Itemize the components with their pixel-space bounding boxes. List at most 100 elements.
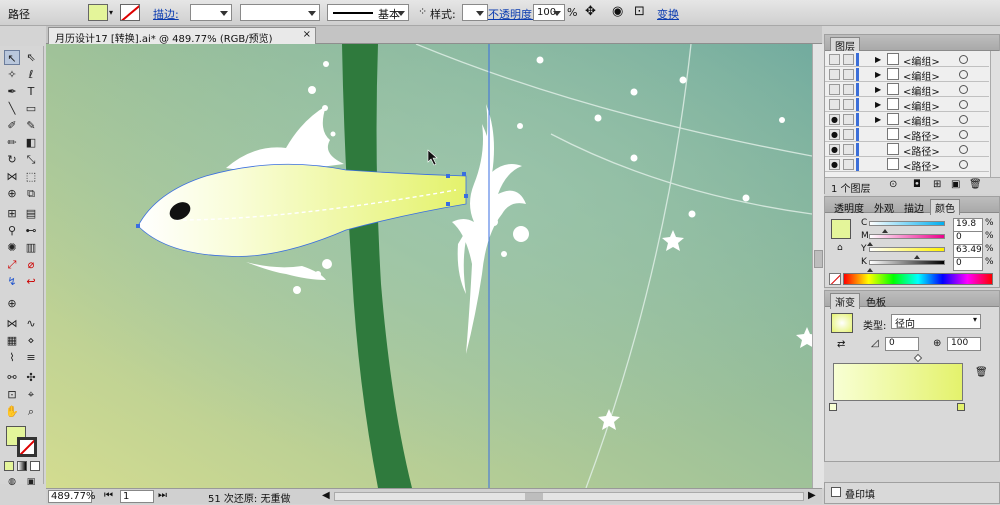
- delete-stop-icon[interactable]: 🗑: [975, 367, 988, 378]
- warp-tool-icon[interactable]: ⋈: [4, 316, 20, 331]
- draw-normal-icon[interactable]: ◍: [4, 475, 20, 490]
- magic-wand-tool-icon[interactable]: ✧: [4, 67, 20, 82]
- make-clip-mask-icon[interactable]: ◘: [913, 179, 921, 190]
- selection-tool-icon[interactable]: ↖: [4, 50, 20, 65]
- column-graph-tool-icon[interactable]: ▥: [23, 240, 39, 255]
- scrollbar-thumb[interactable]: [814, 250, 823, 268]
- shape-builder-tool-icon[interactable]: ⊕: [4, 186, 20, 201]
- target-circle-icon[interactable]: [959, 130, 968, 139]
- style-swatch-dropdown[interactable]: [462, 4, 488, 21]
- hscroll-thumb[interactable]: [525, 493, 543, 500]
- locate-object-icon[interactable]: ⊙: [889, 179, 897, 190]
- expand-triangle-icon[interactable]: ▶: [875, 115, 881, 124]
- live-paint-select-tool-icon[interactable]: ↩: [23, 274, 39, 289]
- live-paint-tool-icon[interactable]: ↯: [4, 274, 20, 289]
- align-objects-icon[interactable]: ⊡: [634, 4, 645, 19]
- channel-value[interactable]: 0: [953, 257, 983, 271]
- lock-toggle[interactable]: [843, 144, 854, 155]
- screen-mode-icon[interactable]: ▣: [23, 475, 39, 490]
- visibility-toggle[interactable]: [829, 84, 840, 95]
- visibility-toggle[interactable]: ●: [829, 129, 840, 140]
- target-circle-icon[interactable]: [959, 145, 968, 154]
- layers-scrollbar[interactable]: [990, 51, 1000, 177]
- opacity-input[interactable]: 100: [533, 4, 565, 21]
- vertical-scrollbar[interactable]: [812, 44, 824, 488]
- channel-slider[interactable]: [869, 221, 945, 233]
- fill-dropdown[interactable]: ▾: [109, 4, 117, 21]
- channel-slider[interactable]: [867, 234, 945, 246]
- visibility-toggle[interactable]: ●: [829, 159, 840, 170]
- scale-tool-icon[interactable]: ⤡: [23, 152, 39, 167]
- layer-row[interactable]: ● <路径>: [825, 142, 989, 158]
- type-tool-icon[interactable]: T: [23, 84, 39, 99]
- wrinkle-tool-icon[interactable]: ≡: [23, 350, 39, 365]
- globe-icon[interactable]: ◉: [612, 4, 623, 19]
- expand-triangle-icon[interactable]: ▶: [875, 100, 881, 109]
- appearance-tab[interactable]: 外观: [870, 200, 898, 215]
- stroke-link[interactable]: 描边:: [153, 6, 179, 22]
- brush-dropdown[interactable]: 基本: [327, 4, 409, 21]
- layer-row[interactable]: ● <路径>: [825, 157, 989, 173]
- stroke-none-swatch[interactable]: [120, 4, 140, 21]
- lock-toggle[interactable]: [843, 114, 854, 125]
- paintbrush-tool-icon[interactable]: ✐: [4, 118, 20, 133]
- pencil-tool-icon[interactable]: ✎: [23, 118, 39, 133]
- gradient-tool-icon[interactable]: ▤: [23, 206, 39, 221]
- channel-slider-handle[interactable]: [881, 226, 888, 233]
- opacity-link[interactable]: 不透明度:: [488, 6, 536, 22]
- target-circle-icon[interactable]: [959, 85, 968, 94]
- visibility-toggle[interactable]: [829, 69, 840, 80]
- layer-row[interactable]: ● ▶ <编组>: [825, 112, 989, 128]
- layer-row[interactable]: ● <路径>: [825, 127, 989, 143]
- channel-slider-handle[interactable]: [867, 239, 873, 246]
- variable-width-dropdown[interactable]: [240, 4, 320, 21]
- layer-row[interactable]: ▶ <编组>: [825, 52, 989, 68]
- lock-toggle[interactable]: [843, 54, 854, 65]
- transform-link[interactable]: 变换: [657, 6, 679, 22]
- width-tool-icon[interactable]: ⋈: [4, 169, 20, 184]
- reverse-gradient-icon[interactable]: ⇄: [837, 339, 845, 350]
- gradient-tab[interactable]: 渐变: [830, 293, 860, 309]
- layer-row[interactable]: ▶ <编组>: [825, 67, 989, 83]
- perspective-grid-tool-icon[interactable]: ⧉: [23, 186, 39, 201]
- hand-tool-icon[interactable]: ✋: [4, 404, 20, 419]
- target-circle-icon[interactable]: [959, 115, 968, 124]
- transparency-tab[interactable]: 透明度: [830, 200, 868, 215]
- channel-value[interactable]: 0: [953, 231, 983, 245]
- hscroll-right-icon[interactable]: ▶: [808, 490, 816, 501]
- layer-row[interactable]: ▶ <编组>: [825, 82, 989, 98]
- crop-tool-icon[interactable]: ⊡: [4, 387, 20, 402]
- lock-toggle[interactable]: [843, 99, 854, 110]
- visibility-toggle[interactable]: ●: [829, 144, 840, 155]
- none-mode-button[interactable]: [30, 461, 40, 471]
- slice-select-tool-icon[interactable]: ⌖: [23, 387, 39, 402]
- fill-swatch[interactable]: [88, 4, 108, 21]
- channel-slider[interactable]: [869, 247, 945, 259]
- target-circle-icon[interactable]: [959, 70, 968, 79]
- expand-triangle-icon[interactable]: ▶: [875, 70, 881, 79]
- lock-toggle[interactable]: [843, 129, 854, 140]
- rectangle-tool-icon[interactable]: ▭: [23, 101, 39, 116]
- close-icon[interactable]: ×: [303, 29, 311, 40]
- channel-value[interactable]: 63.49: [953, 244, 983, 258]
- color-fill-preview[interactable]: [831, 219, 851, 239]
- lock-toggle[interactable]: [843, 159, 854, 170]
- layer-row[interactable]: ▶ <编组>: [825, 97, 989, 113]
- crosshair-tool-icon[interactable]: ⊕: [4, 296, 20, 311]
- gradient-preview[interactable]: [831, 313, 853, 333]
- lock-toggle[interactable]: [843, 69, 854, 80]
- document-tab[interactable]: 月历设计17 [转换].ai* @ 489.77% (RGB/预览) ×: [48, 27, 316, 45]
- angle-input[interactable]: 0: [885, 337, 919, 351]
- stroke-color-box[interactable]: [17, 437, 37, 457]
- channel-value[interactable]: 19.8: [953, 218, 983, 232]
- visibility-toggle[interactable]: [829, 54, 840, 65]
- lock-toggle[interactable]: [843, 84, 854, 95]
- horizontal-scrollbar[interactable]: [334, 492, 804, 501]
- aspect-input[interactable]: 100: [947, 337, 981, 351]
- delete-layer-icon[interactable]: 🗑: [969, 179, 982, 190]
- gradient-mode-button[interactable]: [17, 461, 27, 471]
- artboard-nav-last-icon[interactable]: ⏭: [158, 490, 167, 501]
- target-circle-icon[interactable]: [959, 55, 968, 64]
- symbol-sprayer-tool-icon[interactable]: ✺: [4, 240, 20, 255]
- hscroll-left-icon[interactable]: ◀: [322, 490, 330, 501]
